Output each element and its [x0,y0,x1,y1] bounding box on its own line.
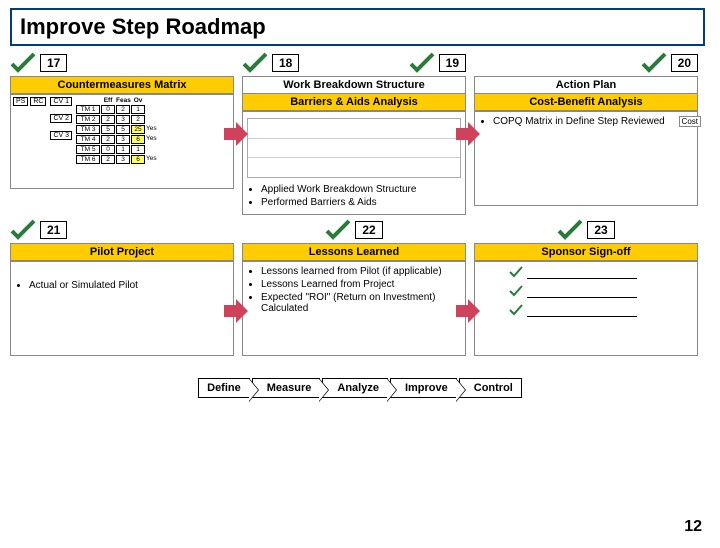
blank-table-icon [247,118,461,178]
card-title-back: Action Plan [474,76,698,94]
bullet: Expected "ROI" (Return on Investment) Ca… [261,292,461,314]
step-20: 20 Action Plan Cost-Benefit Analysis Cos… [470,50,702,217]
check-icon [409,52,435,74]
check-icon [641,52,667,74]
card-body: Applied Work Breakdown Structure Perform… [242,111,466,215]
step-number: 17 [40,54,67,72]
step-18-19: 18 19 Work Breakdown Structure Barriers … [238,50,470,217]
cv1: CV 1 [50,97,72,106]
bullet: Applied Work Breakdown Structure [261,184,461,195]
countermeasures-matrix: PS RC CV 1 CV 2 CV 3 EffFeasOvTM 1021TM … [10,94,234,189]
page-title: Improve Step Roadmap [20,14,695,40]
step-number: 23 [587,221,614,239]
card-title-back: Work Breakdown Structure [242,76,466,94]
arrow-right-icon [454,120,482,148]
signature-line [527,307,637,317]
card-title: Countermeasures Matrix [10,76,234,94]
check-icon [509,266,523,281]
check-icon [557,219,583,241]
bullet: Actual or Simulated Pilot [29,280,229,291]
flow-analyze: Analyze [322,378,388,398]
arrow-right-icon [454,297,482,325]
bullet: COPQ Matrix in Define Step Reviewed [493,116,693,127]
bullet: Lessons learned from Pilot (if applicabl… [261,266,461,277]
matrix-ps: PS [13,97,28,106]
flow-control: Control [459,378,522,398]
step-22: 22 Lessons Learned Lessons learned from … [238,217,470,358]
check-icon [242,52,268,74]
step-number: 18 [272,54,299,72]
page-title-box: Improve Step Roadmap [10,8,705,46]
card-body [474,261,698,356]
bullet: Performed Barriers & Aids [261,197,461,208]
signature-line [527,288,637,298]
card-body: Lessons learned from Pilot (if applicabl… [242,261,466,356]
signature-line [527,269,637,279]
cv3: CV 3 [50,131,72,140]
card-title: Barriers & Aids Analysis [242,93,466,111]
step-number: 20 [671,54,698,72]
card-title: Pilot Project [10,243,234,261]
matrix-rc: RC [30,97,46,106]
card-title: Sponsor Sign-off [474,243,698,261]
step-21: 21 Pilot Project Actual or Simulated Pil… [6,217,238,358]
step-number: 21 [40,221,67,239]
card-title: Cost-Benefit Analysis [474,93,698,111]
bullet: Lessons Learned from Project [261,279,461,290]
signoff-lines [509,266,693,319]
step-23: 23 Sponsor Sign-off [470,217,702,358]
card-body: Actual or Simulated Pilot [10,261,234,356]
arrow-right-icon [222,297,250,325]
check-icon [509,285,523,300]
matrix-table: EffFeasOvTM 1021TM 2232TM 35525YesTM 423… [76,97,168,164]
flow-define: Define [198,378,250,398]
check-icon [509,304,523,319]
card-body: Cost COPQ Matrix in Define Step Reviewed [474,111,698,206]
card-title: Lessons Learned [242,243,466,261]
page-number: 12 [684,518,702,536]
side-label: Cost [679,116,701,127]
arrow-right-icon [222,120,250,148]
flow-improve: Improve [390,378,457,398]
check-icon [10,52,36,74]
roadmap-grid: 17 Countermeasures Matrix PS RC CV 1 CV … [0,50,720,358]
step-17: 17 Countermeasures Matrix PS RC CV 1 CV … [6,50,238,217]
step-number: 19 [439,54,466,72]
flow-measure: Measure [252,378,321,398]
check-icon [10,219,36,241]
cv2: CV 2 [50,114,72,123]
dmaic-flow: Define Measure Analyze Improve Control [0,378,720,398]
step-number: 22 [355,221,382,239]
check-icon [325,219,351,241]
